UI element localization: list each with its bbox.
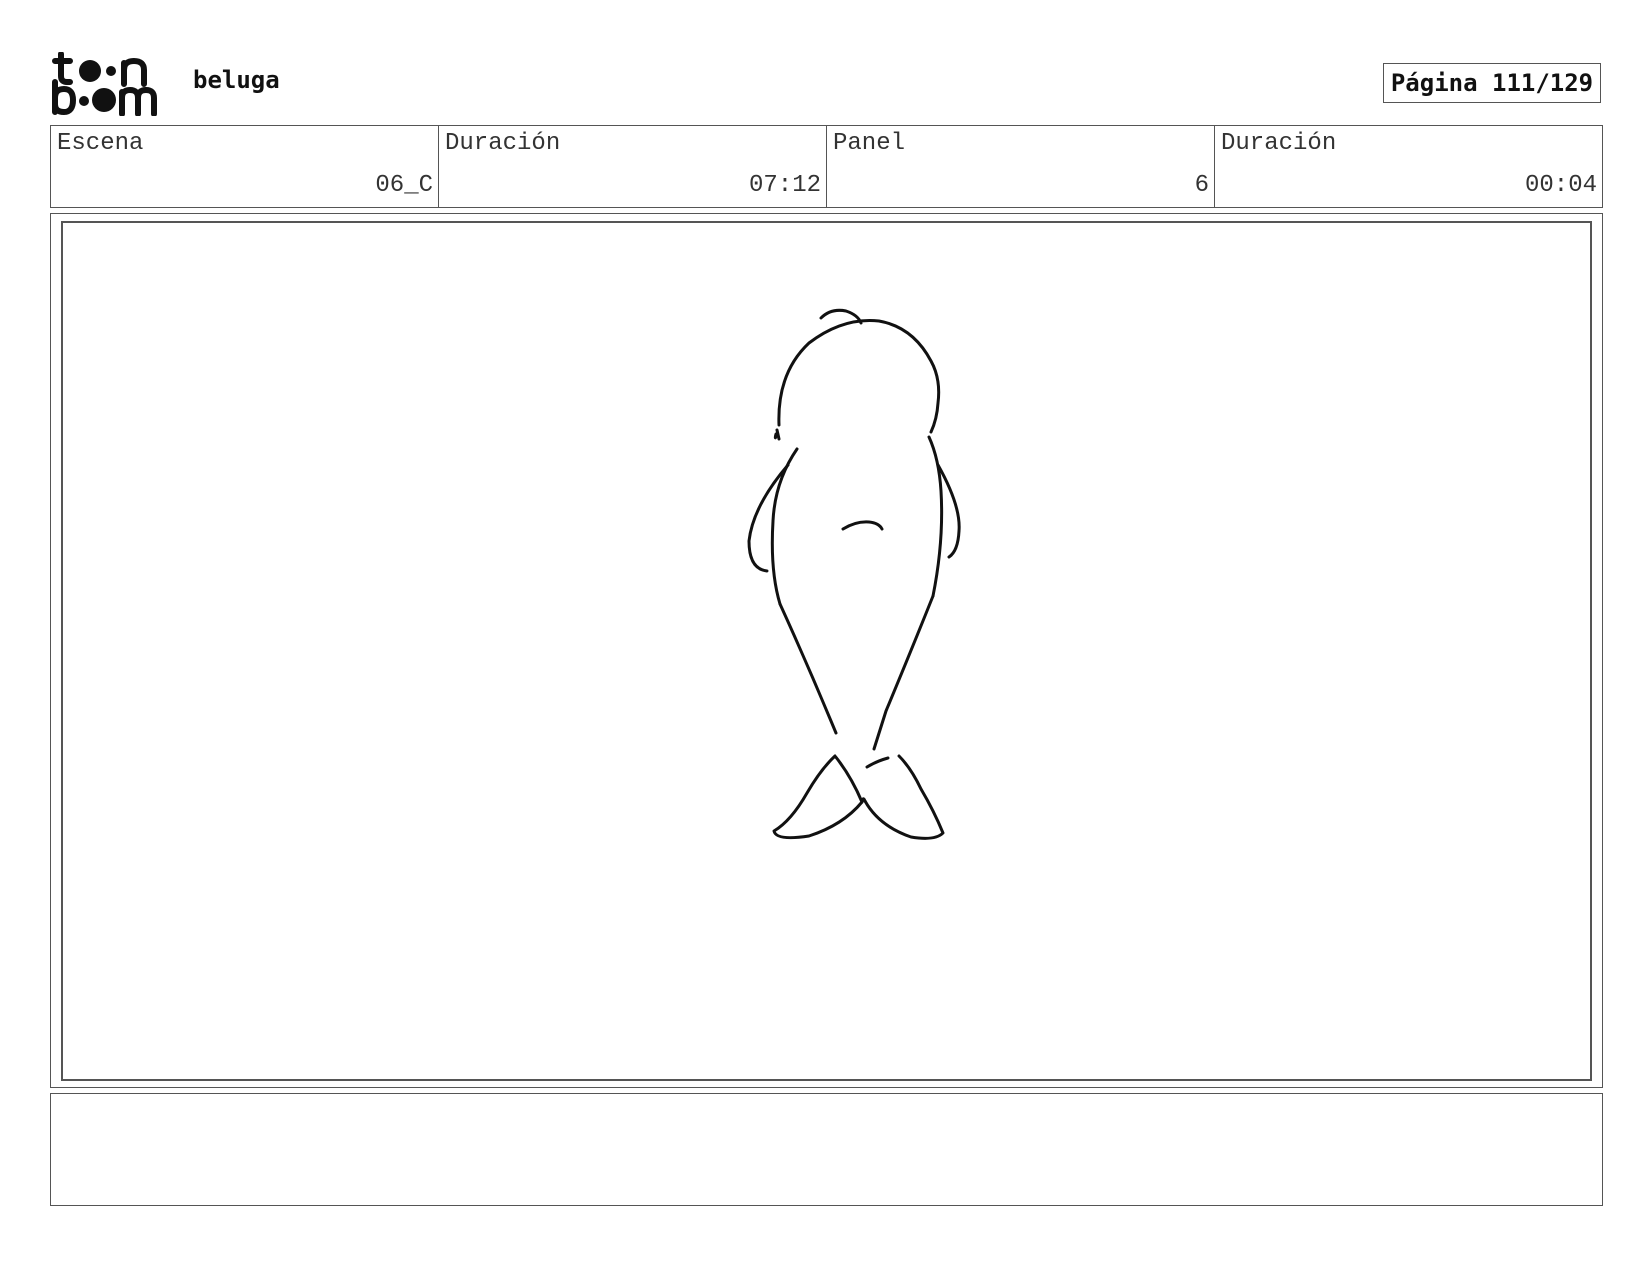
scene-info-row: Escena 06_C Duración 07:12 Panel 6 Durac… [50,125,1603,208]
scene-duration-label: Duración [445,130,561,157]
panel-cell: Panel 6 [827,126,1215,207]
project-title: beluga [193,66,280,94]
scene-label: Escena [57,130,144,157]
beluga-head-stroke [777,318,941,434]
panel-duration-cell: Duración 00:04 [1215,126,1602,207]
panel-value: 6 [1194,172,1209,199]
scene-duration-value: 07:12 [748,172,821,199]
panel-label: Panel [833,130,906,157]
toonboom-logo-graphic [52,51,157,117]
panel-duration-value: 00:04 [1524,172,1597,199]
panel-duration-label: Duración [1221,130,1337,157]
toonboom-logo [52,51,172,117]
scene-cell: Escena 06_C [51,126,439,207]
beluga-melon-stroke [841,520,884,531]
page-indicator: Página 111/129 [1383,63,1601,103]
beluga-sketch [747,308,961,840]
panel-notes-box [50,1093,1603,1206]
scene-value: 06_C [375,172,433,199]
scene-duration-cell: Duración 07:12 [439,126,827,207]
